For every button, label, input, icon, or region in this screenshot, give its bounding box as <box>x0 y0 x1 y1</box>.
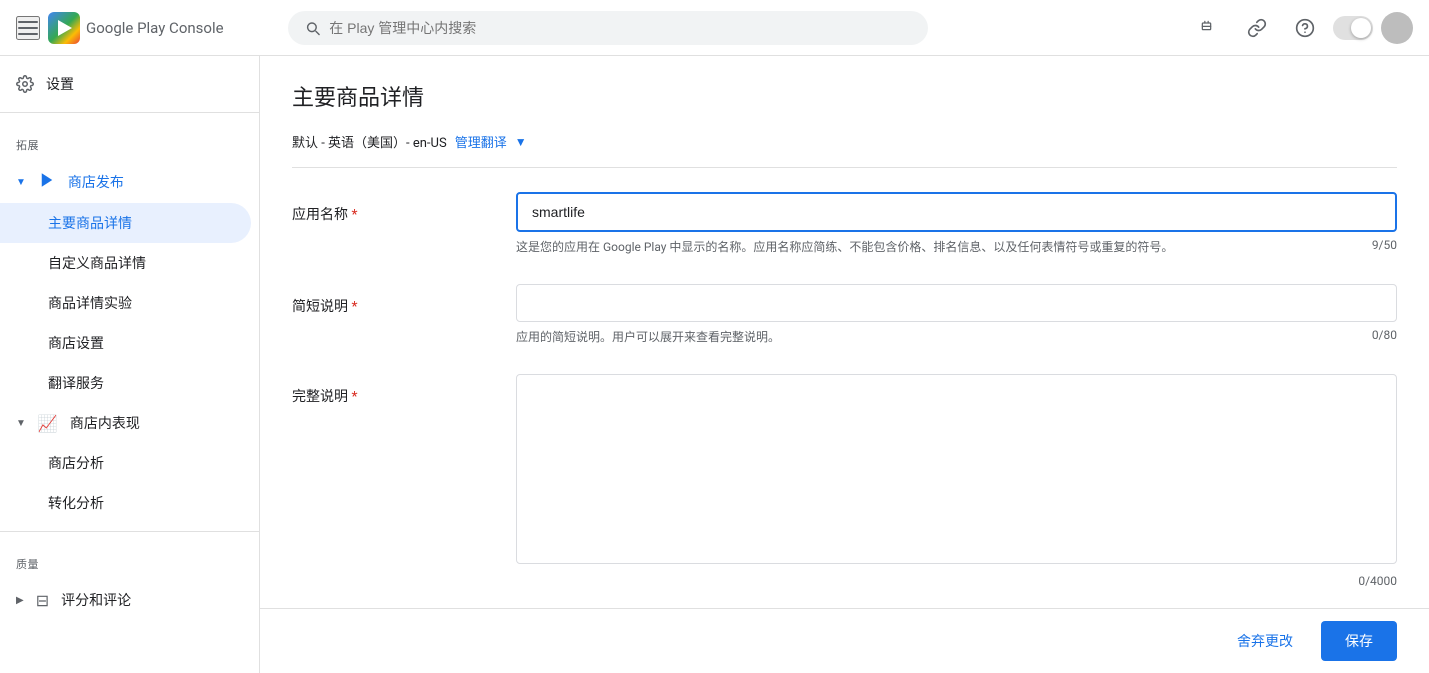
help-icon <box>1295 18 1315 38</box>
full-desc-counter: 0/4000 <box>1358 574 1397 588</box>
discard-button[interactable]: 舍弃更改 <box>1221 623 1309 659</box>
settings-icon <box>16 75 34 93</box>
toggle-switch[interactable] <box>1333 16 1373 40</box>
menu-button[interactable] <box>16 16 40 40</box>
app-name-counter: 9/50 <box>1372 238 1397 256</box>
sidebar-item-settings[interactable]: 设置 <box>0 64 251 104</box>
sidebar-item-translation-label: 翻译服务 <box>48 373 104 393</box>
lang-dropdown-icon[interactable]: ▼ <box>515 135 527 149</box>
app-name-required: * <box>351 207 357 223</box>
sidebar-section-quality: 质量 <box>0 540 259 580</box>
sidebar-item-store-publish-label: 商店发布 <box>68 172 124 192</box>
search-input[interactable] <box>329 20 912 36</box>
help-button[interactable] <box>1285 8 1325 48</box>
short-desc-required: * <box>351 299 357 315</box>
sidebar-item-settings-label: 设置 <box>46 74 74 94</box>
sidebar-item-translation[interactable]: 翻译服务 <box>0 363 251 403</box>
rating-icon: ⊟ <box>36 591 49 610</box>
main-layout: 设置 拓展 ▼ 商店发布 主要商品详情 自定义商品详情 商品详情实验 商店设置 <box>0 56 1429 673</box>
link-button[interactable] <box>1237 8 1277 48</box>
header-left: Google Play Console <box>16 12 276 44</box>
sidebar-item-experiment[interactable]: 商品详情实验 <box>0 283 251 323</box>
sidebar-item-store-publish[interactable]: ▼ 商店发布 <box>0 161 251 203</box>
lang-manage-link[interactable]: 管理翻译 <box>455 132 507 151</box>
search-bar <box>288 11 928 45</box>
app-name-field: 这是您的应用在 Google Play 中显示的名称。应用名称应简练、不能包含价… <box>516 192 1397 256</box>
sidebar-item-main-details-label: 主要商品详情 <box>48 213 132 233</box>
sidebar-item-ratings[interactable]: ▶ ⊟ 评分和评论 <box>0 580 251 620</box>
save-button[interactable]: 保存 <box>1321 621 1397 661</box>
sidebar-item-experiment-label: 商品详情实验 <box>48 293 132 313</box>
lang-default-text: 默认 - 英语（美国）- en-US <box>292 132 447 151</box>
page-title: 主要商品详情 <box>292 80 1397 112</box>
app-title: Google Play Console <box>86 19 224 37</box>
sidebar-item-store-analytics-label: 商店分析 <box>48 453 104 473</box>
full-desc-helper-text <box>516 574 1358 588</box>
logo-area: Google Play Console <box>48 12 224 44</box>
sidebar-section-expand: 拓展 <box>0 121 259 161</box>
sidebar-item-custom-details-label: 自定义商品详情 <box>48 253 146 273</box>
play-triangle <box>58 20 72 36</box>
short-desc-field: 应用的简短说明。用户可以展开来查看完整说明。 0/80 <box>516 284 1397 346</box>
play-logo-icon <box>48 12 80 44</box>
sidebar: 设置 拓展 ▼ 商店发布 主要商品详情 自定义商品详情 商品详情实验 商店设置 <box>0 56 260 673</box>
sidebar-item-performance[interactable]: ▼ 📈 商店内表现 <box>0 403 251 443</box>
link-icon <box>1247 18 1267 38</box>
store-publish-icon <box>38 171 56 193</box>
trend-icon: 📈 <box>38 414 58 433</box>
app-name-helper-text: 这是您的应用在 Google Play 中显示的名称。应用名称应简练、不能包含价… <box>516 238 1372 256</box>
app-name-helper: 这是您的应用在 Google Play 中显示的名称。应用名称应简练、不能包含价… <box>516 238 1397 256</box>
notification-button[interactable] <box>1189 8 1229 48</box>
sidebar-item-store-settings-label: 商店设置 <box>48 333 104 353</box>
header: Google Play Console <box>0 0 1429 56</box>
sidebar-item-main-details[interactable]: 主要商品详情 <box>0 203 251 243</box>
sidebar-item-store-settings[interactable]: 商店设置 <box>0 323 251 363</box>
sidebar-divider-top <box>0 112 259 113</box>
full-desc-required: * <box>351 389 357 405</box>
full-desc-field: 0/4000 <box>516 374 1397 588</box>
header-actions <box>1189 8 1413 48</box>
chevron-down-icon: ▼ <box>16 177 26 188</box>
chevron-right-icon: ▶ <box>16 595 24 606</box>
app-name-row: 应用名称 * 这是您的应用在 Google Play 中显示的名称。应用名称应简… <box>292 192 1397 256</box>
short-desc-helper-text: 应用的简短说明。用户可以展开来查看完整说明。 <box>516 328 1372 346</box>
short-desc-row: 简短说明 * 应用的简短说明。用户可以展开来查看完整说明。 0/80 <box>292 284 1397 346</box>
sidebar-item-performance-label: 商店内表现 <box>70 413 140 433</box>
lang-bar: 默认 - 英语（美国）- en-US 管理翻译 ▼ <box>292 132 1397 168</box>
sidebar-item-conversion-label: 转化分析 <box>48 493 104 513</box>
sidebar-item-custom-details[interactable]: 自定义商品详情 <box>0 243 251 283</box>
sidebar-item-ratings-label: 评分和评论 <box>61 590 131 610</box>
sidebar-item-conversion[interactable]: 转化分析 <box>0 483 251 523</box>
sidebar-item-store-analytics[interactable]: 商店分析 <box>0 443 251 483</box>
app-name-label: 应用名称 * <box>292 192 492 224</box>
content-area: 主要商品详情 默认 - 英语（美国）- en-US 管理翻译 ▼ 应用名称 * … <box>260 56 1429 608</box>
sidebar-divider-mid <box>0 531 259 532</box>
full-desc-label: 完整说明 * <box>292 374 492 406</box>
avatar[interactable] <box>1381 12 1413 44</box>
short-desc-counter: 0/80 <box>1372 328 1397 346</box>
chevron-down-icon-2: ▼ <box>16 418 26 429</box>
content-wrapper: 主要商品详情 默认 - 英语（美国）- en-US 管理翻译 ▼ 应用名称 * … <box>260 56 1429 673</box>
short-desc-label: 简短说明 * <box>292 284 492 316</box>
full-desc-row: 完整说明 * 0/4000 <box>292 374 1397 588</box>
action-bar: 舍弃更改 保存 <box>260 608 1429 673</box>
app-name-input[interactable] <box>516 192 1397 232</box>
full-desc-helper: 0/4000 <box>516 574 1397 588</box>
full-desc-textarea[interactable] <box>516 374 1397 564</box>
search-icon <box>304 19 321 37</box>
notification-icon <box>1199 18 1219 38</box>
short-desc-helper: 应用的简短说明。用户可以展开来查看完整说明。 0/80 <box>516 328 1397 346</box>
short-desc-input[interactable] <box>516 284 1397 322</box>
